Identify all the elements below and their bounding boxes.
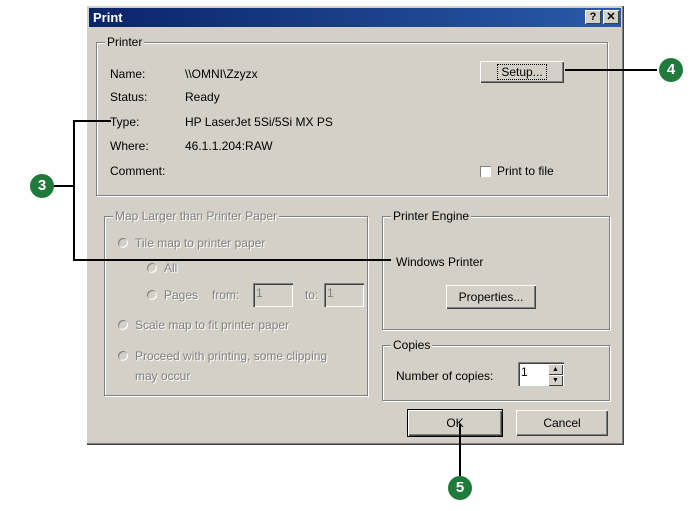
name-label: Name: bbox=[110, 67, 146, 81]
setup-button[interactable]: Setup... bbox=[480, 61, 564, 83]
callout-5-leader bbox=[459, 424, 461, 476]
proceed-radio[interactable] bbox=[118, 351, 128, 361]
name-value: \\OMNI\Zzyzx bbox=[185, 67, 258, 81]
scale-radio[interactable] bbox=[118, 320, 128, 330]
print-to-file-label[interactable]: Print to file bbox=[497, 164, 554, 178]
dialog-title: Print bbox=[93, 10, 123, 25]
all-label: All bbox=[164, 261, 178, 275]
map-larger-legend: Map Larger than Printer Paper bbox=[113, 209, 280, 223]
copies-label: Number of copies: bbox=[396, 369, 494, 383]
to-input[interactable]: 1 bbox=[324, 283, 364, 307]
callout-4: 4 bbox=[659, 58, 683, 82]
copies-legend: Copies bbox=[391, 338, 433, 352]
all-radio[interactable] bbox=[147, 263, 157, 273]
callout-3-bracket bbox=[73, 120, 75, 260]
help-button[interactable]: ? bbox=[585, 10, 601, 24]
callout-5: 5 bbox=[448, 476, 472, 500]
tile-label: Tile map to printer paper bbox=[135, 236, 266, 250]
callout-3-leader-engine bbox=[73, 259, 391, 261]
close-button[interactable]: ✕ bbox=[603, 10, 619, 24]
where-value: 46.1.1.204:RAW bbox=[185, 139, 273, 153]
printer-engine-legend: Printer Engine bbox=[391, 209, 472, 223]
pages-label: Pages bbox=[164, 288, 199, 302]
title-bar[interactable]: Print ? ✕ bbox=[89, 8, 621, 27]
type-value: HP LaserJet 5Si/5Si MX PS bbox=[185, 115, 333, 129]
status-value: Ready bbox=[185, 90, 220, 104]
print-dialog: Print ? ✕ Printer Name: \\OMNI\Zzyzx Sta… bbox=[86, 5, 624, 445]
properties-button[interactable]: Properties... bbox=[446, 285, 536, 309]
cancel-button[interactable]: Cancel bbox=[516, 410, 608, 436]
where-label: Where: bbox=[110, 139, 149, 153]
status-label: Status: bbox=[110, 90, 148, 104]
proceed-label-line2: may occur bbox=[135, 369, 191, 383]
from-label: from: bbox=[212, 288, 240, 302]
callout-4-leader bbox=[565, 69, 657, 71]
ok-button[interactable]: OK bbox=[407, 409, 503, 437]
printer-legend: Printer bbox=[105, 35, 145, 49]
from-input[interactable]: 1 bbox=[253, 283, 293, 307]
copies-spin-up-icon[interactable]: ▲ bbox=[548, 364, 563, 375]
printer-engine-value: Windows Printer bbox=[396, 255, 484, 269]
proceed-label-line1: Proceed with printing, some clipping bbox=[135, 349, 328, 363]
comment-label: Comment: bbox=[110, 164, 166, 178]
to-label: to: bbox=[305, 288, 319, 302]
type-label: Type: bbox=[110, 115, 140, 129]
pages-radio[interactable] bbox=[147, 290, 157, 300]
callout-3: 3 bbox=[30, 174, 54, 198]
scale-label: Scale map to fit printer paper bbox=[135, 318, 290, 332]
tile-radio[interactable] bbox=[118, 238, 128, 248]
setup-button-label: Setup... bbox=[497, 64, 547, 80]
copies-spin-down-icon[interactable]: ▼ bbox=[548, 375, 563, 386]
print-to-file-checkbox[interactable] bbox=[480, 166, 491, 177]
printer-engine-group: Printer Engine bbox=[382, 209, 610, 330]
callout-3-leader-type bbox=[73, 120, 111, 122]
